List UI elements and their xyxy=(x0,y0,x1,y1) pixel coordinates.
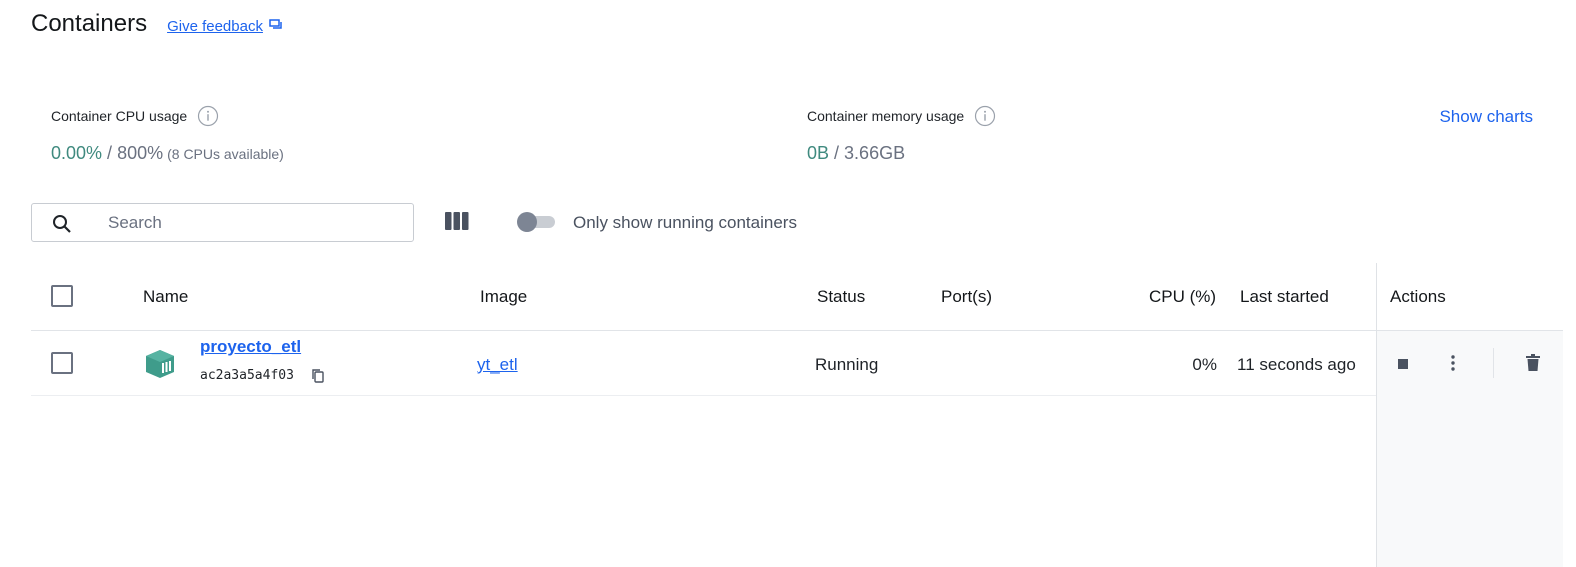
table-row[interactable]: proyecto_etl ac2a3a5a4f03 yt_etl Running… xyxy=(31,331,1376,396)
copy-icon[interactable] xyxy=(311,368,325,389)
cpu-usage-value: 0.00% / 800% (8 CPUs available) xyxy=(51,143,284,164)
column-header-last-started[interactable]: Last started xyxy=(1240,287,1329,307)
show-charts-button[interactable]: Show charts xyxy=(1439,107,1533,127)
running-only-toggle[interactable] xyxy=(517,212,555,232)
cpu-usage-label: Container CPU usage xyxy=(51,108,188,124)
give-feedback-label: Give feedback xyxy=(167,18,263,35)
more-actions-button[interactable] xyxy=(1450,354,1456,377)
memory-usage-label: Container memory usage xyxy=(807,108,965,124)
container-id: ac2a3a5a4f03 xyxy=(200,368,294,383)
more-vertical-icon xyxy=(1450,355,1456,376)
column-header-ports[interactable]: Port(s) xyxy=(941,287,992,307)
running-only-label: Only show running containers xyxy=(573,213,797,232)
select-all-checkbox[interactable] xyxy=(51,285,73,307)
memory-usage-value: 0B / 3.66GB xyxy=(807,143,996,164)
memory-used: 0B xyxy=(807,143,830,163)
container-name-link[interactable]: proyecto_etl xyxy=(200,337,301,357)
page-header: Containers Give feedback xyxy=(31,10,283,38)
actions-divider xyxy=(1493,348,1494,378)
memory-usage-stat: Container memory usage 0B / 3.66GB xyxy=(807,105,996,164)
cpu-value: 0% xyxy=(1192,355,1217,374)
row-checkbox[interactable] xyxy=(51,352,73,374)
column-header-name[interactable]: Name xyxy=(143,287,188,307)
delete-button[interactable] xyxy=(1526,354,1540,376)
info-icon[interactable] xyxy=(197,105,219,127)
stop-icon xyxy=(1397,357,1409,374)
search-box[interactable] xyxy=(31,203,414,242)
column-header-image[interactable]: Image xyxy=(480,287,527,307)
column-header-cpu[interactable]: CPU (%) xyxy=(1149,287,1216,307)
columns-button[interactable] xyxy=(444,211,472,233)
memory-separator: / xyxy=(829,143,845,163)
search-icon xyxy=(52,214,72,239)
image-link[interactable]: yt_etl xyxy=(477,355,518,375)
search-input[interactable] xyxy=(108,212,398,234)
cpu-usage-stat: Container CPU usage 0.00% / 800% (8 CPUs … xyxy=(51,105,284,164)
memory-total: 3.66GB xyxy=(844,143,906,163)
actions-column: Actions xyxy=(1376,263,1576,567)
info-icon[interactable] xyxy=(974,105,996,127)
table-header: Name Image Status Port(s) CPU (%) Last s… xyxy=(31,263,1376,331)
toggle-knob xyxy=(517,212,537,232)
trash-icon xyxy=(1526,354,1540,375)
status-text: Running xyxy=(815,355,879,374)
columns-icon xyxy=(444,212,470,235)
cpu-separator: / xyxy=(102,143,118,163)
page-title: Containers xyxy=(31,10,148,37)
last-started-value: 11 seconds ago xyxy=(1237,355,1356,374)
cpu-total: 800% xyxy=(117,143,164,163)
stop-button[interactable] xyxy=(1397,357,1409,375)
chat-bubble-icon xyxy=(263,18,283,35)
container-icon xyxy=(144,349,176,384)
cpu-used: 0.00% xyxy=(51,143,103,163)
give-feedback-link[interactable]: Give feedback xyxy=(167,18,283,35)
cpu-note: (8 CPUs available) xyxy=(167,146,284,162)
column-header-actions: Actions xyxy=(1390,287,1446,306)
column-header-status[interactable]: Status xyxy=(817,287,865,307)
